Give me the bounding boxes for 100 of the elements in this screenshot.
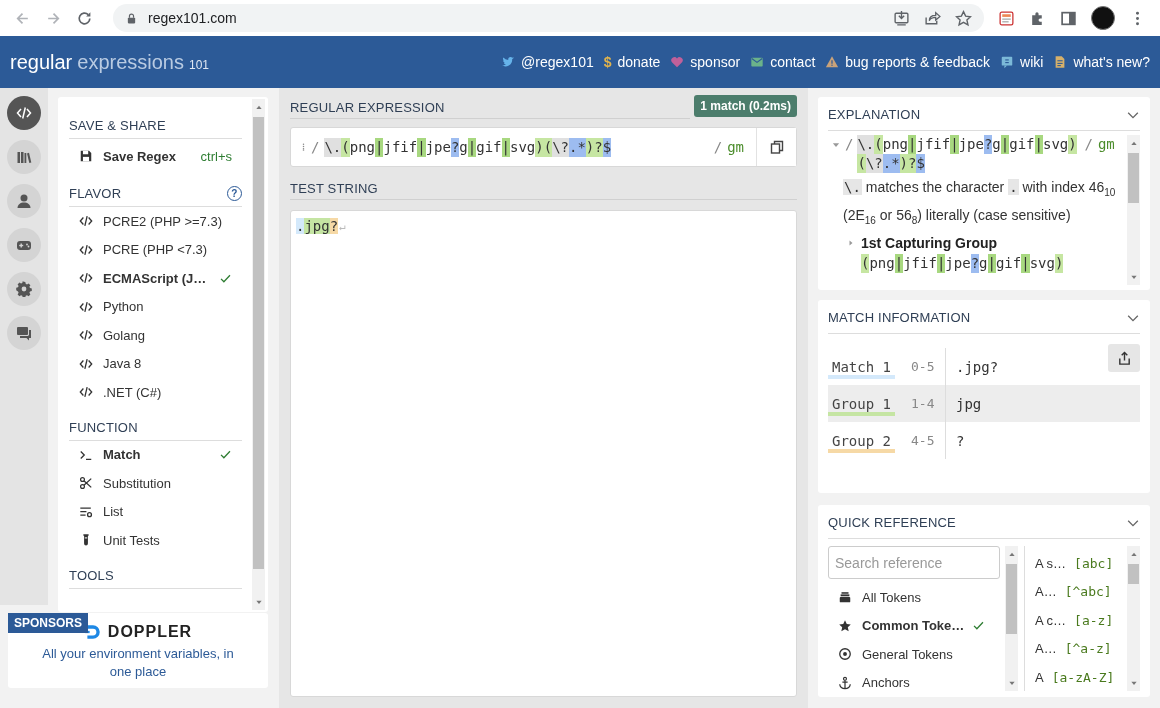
token-syntax[interactable]: [a-z] [1074, 612, 1114, 628]
match-status-badge: 1 match (0.2ms) [694, 95, 797, 117]
envelope-icon [750, 55, 765, 69]
token-description[interactable]: A… [1035, 584, 1057, 600]
scrollbar[interactable] [1005, 546, 1018, 691]
regex-flags[interactable]: gm [727, 139, 744, 155]
nav-link[interactable]: what's new? [1053, 54, 1150, 70]
sidebar-tab[interactable] [7, 140, 41, 174]
code-icon [16, 105, 32, 121]
sidebar-tab[interactable] [7, 228, 41, 262]
nav-link[interactable]: sponsor [670, 54, 741, 70]
sidebar-item[interactable]: PCRE2 (PHP >=7.3) [69, 207, 242, 236]
regex-delimiter: / [845, 135, 854, 154]
scrollbar-thumb[interactable] [1006, 564, 1017, 634]
sidebar-item[interactable]: ECMAScript (J… [69, 264, 242, 293]
caret-right-icon[interactable] [847, 238, 855, 247]
sidebar-tab[interactable] [7, 316, 41, 350]
scrollbar[interactable] [252, 99, 265, 610]
token-syntax[interactable]: [abc] [1074, 555, 1114, 571]
test-string-editor[interactable]: .jpg?↵ [290, 210, 797, 697]
nav-link[interactable]: bug reports & feedback [825, 54, 991, 70]
sidebar-item[interactable]: Substitution [69, 469, 242, 498]
sidebar-item[interactable]: Unit Tests [69, 526, 242, 555]
scrollbar-thumb[interactable] [1128, 153, 1139, 203]
sidebar-item[interactable]: List [69, 497, 242, 526]
match-range: 0-5 [911, 359, 936, 374]
dollar-icon: $ [603, 54, 612, 70]
explanation-text: \. matches the character . with index 46$_{10}$ (2E$_{16}$ or 56$_{8}$) literally (case sensitive) [843, 178, 1117, 228]
scrollbar[interactable] [1127, 135, 1140, 285]
regex-pattern: \.(png|jfif|jpe?g|gif|svg)(\?.*)?$ [324, 137, 612, 157]
logo-text[interactable]: 101 [189, 57, 209, 72]
sidebar-tab[interactable] [7, 96, 41, 130]
code-icon [79, 328, 93, 343]
code-icon [79, 299, 93, 314]
list-settings-icon [79, 504, 93, 519]
section-title: FUNCTION [69, 416, 242, 441]
token-description[interactable]: A [1035, 669, 1044, 685]
match-value: jpg [945, 385, 982, 422]
token-syntax[interactable]: [^a-z] [1064, 641, 1112, 657]
token-description[interactable]: A s… [1035, 555, 1067, 571]
sponsor-badge: SPONSORS [8, 613, 88, 633]
match-label: Group 2 [828, 432, 895, 453]
nav-link[interactable]: wiki [1000, 54, 1044, 70]
sidebar-item[interactable]: Golang [69, 321, 242, 350]
scrollbar[interactable] [1127, 546, 1140, 691]
copy-icon [768, 139, 785, 155]
sidebar-tab[interactable] [7, 184, 41, 218]
reload-icon[interactable] [76, 9, 93, 27]
regex-field[interactable]: / \.(png|jfif|jpe?g|gif|svg)(\?.*)?$ / gm [290, 127, 797, 167]
heart-icon [670, 55, 685, 69]
match-label: Match 1 [828, 358, 895, 379]
reference-category[interactable]: All Tokens [828, 583, 1003, 612]
nav-link[interactable]: @regex101 [501, 54, 594, 70]
side-panel-icon[interactable] [1060, 9, 1077, 27]
warning-icon [825, 55, 840, 69]
sponsor-card[interactable]: SPONSORS DOPPLER All your environment variables, in one place [8, 613, 268, 688]
section-title: SAVE & SHARE [69, 115, 242, 139]
reference-category[interactable]: General Tokens [828, 640, 1003, 669]
sidebar-item[interactable]: Python [69, 292, 242, 321]
test-string-text: .jpg? [296, 218, 339, 234]
logo-text[interactable]: expressions [77, 50, 184, 74]
nav-link[interactable]: $ donate [603, 54, 661, 70]
search-field[interactable]: Search reference [828, 546, 1000, 579]
line-end-mark: ↵ [339, 219, 346, 233]
section-title: FLAVOR [69, 186, 122, 201]
sidebar-item[interactable]: Java 8 [69, 349, 242, 378]
regex-delimiter: / [1084, 135, 1093, 154]
star-icon [838, 618, 852, 633]
match-label: Group 1 [828, 395, 895, 416]
brand-name: DOPPLER [107, 623, 193, 641]
section-title: REGULAR EXPRESSION [290, 99, 445, 115]
sidebar-item[interactable]: .NET (C#) [69, 378, 242, 407]
download-icon[interactable] [893, 9, 910, 27]
shortcut-hint: ctrl+s [200, 148, 232, 164]
match-value: ? [945, 422, 965, 459]
address-bar[interactable]: regex101.com [113, 4, 984, 32]
reference-category[interactable]: Common Toke… [828, 611, 1003, 640]
anchor-icon [838, 675, 852, 690]
token-description[interactable]: A c… [1035, 612, 1067, 628]
code-icon [79, 271, 93, 286]
token-syntax[interactable]: [a-zA-Z] [1051, 669, 1115, 685]
extension-icon[interactable] [998, 9, 1015, 27]
scrollbar-thumb[interactable] [253, 117, 264, 569]
sidebar-item[interactable]: Match [69, 440, 242, 469]
scrollbar-thumb[interactable] [1128, 564, 1139, 584]
reference-category[interactable]: Anchors [828, 668, 1003, 697]
copy-button[interactable] [756, 128, 796, 166]
star-icon[interactable] [955, 9, 972, 27]
bird-icon [501, 55, 516, 69]
sidebar-item[interactable]: PCRE (PHP <7.3) [69, 235, 242, 264]
logo-text[interactable]: regular [10, 50, 73, 74]
sidebar-tab[interactable] [7, 272, 41, 306]
save-regex-item[interactable]: Save Regex ctrl+s [69, 139, 242, 173]
avatar[interactable] [1091, 6, 1115, 30]
share-icon[interactable] [924, 9, 941, 27]
settings-icon [16, 281, 32, 297]
nav-link[interactable]: contact [750, 54, 816, 70]
token-syntax[interactable]: [^abc] [1064, 584, 1112, 600]
export-button[interactable] [1108, 344, 1140, 372]
token-description[interactable]: A… [1035, 641, 1057, 657]
